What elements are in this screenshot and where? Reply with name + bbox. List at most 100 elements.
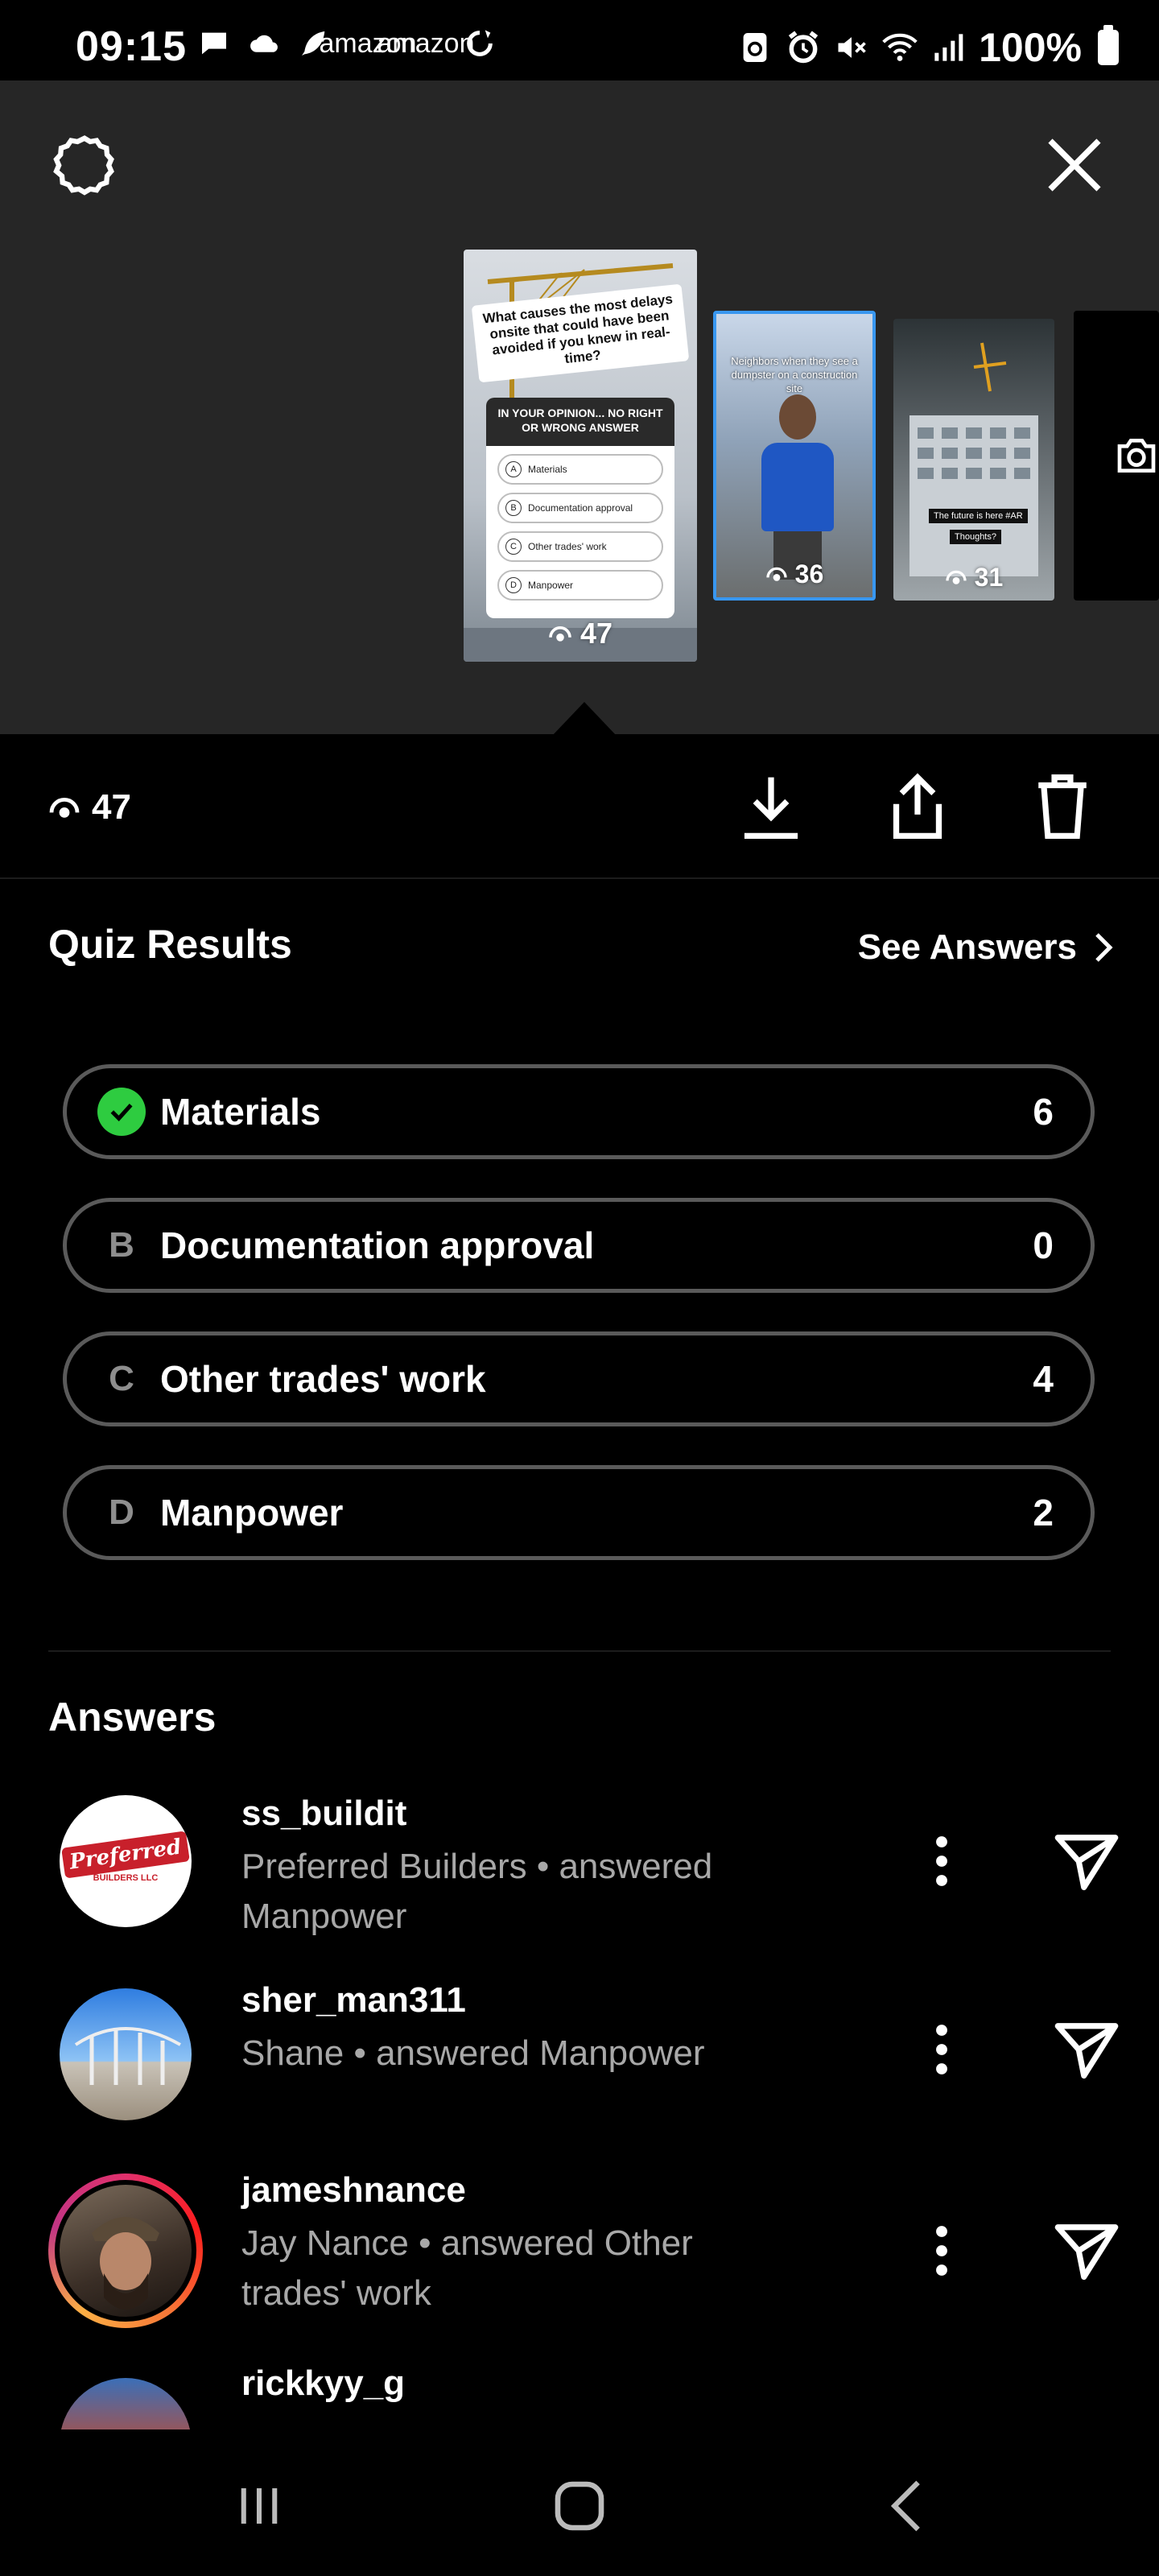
home-button[interactable]	[531, 2470, 628, 2542]
thumbnail-views: 36	[716, 559, 872, 589]
send-message-button[interactable]	[1046, 2009, 1127, 2090]
answers-title: Answers	[48, 1695, 217, 1740]
answer-username[interactable]: jameshnance	[241, 2170, 466, 2211]
amazon-label: amazon	[377, 28, 475, 59]
thumbnail-views: 47	[464, 617, 697, 650]
option-label: Materials	[160, 1091, 321, 1133]
recycle-icon	[737, 30, 773, 65]
answer-subtitle: Shane • answered Manpower	[241, 2033, 705, 2073]
back-icon	[890, 2480, 920, 2532]
story-thumbnail[interactable]: Neighbors when they see a dumpster on a …	[713, 311, 876, 601]
share-button[interactable]	[877, 766, 958, 847]
status-bar: 09:15 amazon amazon 100%	[0, 0, 1159, 80]
story-thumbnail-selected[interactable]: What causes the most delays onsite that …	[464, 250, 697, 662]
answer-subtitle: Preferred Builders • answered Manpower	[241, 1847, 713, 1936]
more-options-button[interactable]	[918, 2211, 966, 2291]
eye-icon	[549, 626, 571, 642]
battery-icon	[1098, 25, 1119, 65]
see-answers-link[interactable]: See Answers	[858, 927, 1114, 968]
quiz-option-label: Materials	[528, 464, 567, 475]
settings-button[interactable]	[48, 129, 121, 201]
more-options-button[interactable]	[918, 1821, 966, 1901]
answer-username[interactable]: rickkyy_g	[241, 2367, 405, 2404]
option-letter: C	[109, 1359, 134, 1398]
recents-icon	[241, 2488, 278, 2524]
close-button[interactable]	[1038, 129, 1111, 201]
send-message-button[interactable]	[1046, 2211, 1127, 2291]
alarm-icon	[786, 30, 821, 65]
send-icon	[1054, 2224, 1119, 2281]
more-vertical-icon	[936, 2025, 947, 2074]
mute-icon	[834, 30, 869, 65]
answer-row[interactable]: Preferred BUILDERS LLC ss_buildit Prefer…	[0, 1779, 1159, 1956]
answer-row[interactable]: jameshnance Jay Nance • answered Other t…	[0, 2165, 1159, 2343]
quiz-card-header: IN YOUR OPINION... NO RIGHT OR WRONG ANS…	[486, 398, 674, 446]
status-time: 09:15	[76, 23, 187, 70]
system-nav-bar	[0, 2429, 1159, 2576]
quiz-option-label: Documentation approval	[528, 502, 633, 514]
avatar[interactable]	[60, 2378, 192, 2429]
story-action-row: 47	[0, 734, 1159, 879]
quiz-option-label: Manpower	[528, 580, 574, 591]
message-icon	[198, 27, 230, 60]
story-thumbnail[interactable]: The future is here #AR Thoughts? 31	[893, 319, 1054, 601]
close-icon	[1048, 138, 1101, 192]
story-strip: What causes the most delays onsite that …	[0, 80, 1159, 736]
quiz-option-letter: C	[505, 539, 522, 555]
more-vertical-icon	[936, 2226, 947, 2276]
send-icon	[1054, 2023, 1119, 2079]
answer-username[interactable]: sher_man311	[241, 1980, 466, 2021]
quiz-result-option: Materials 6	[63, 1064, 1095, 1159]
quiz-option: D Manpower	[497, 570, 663, 601]
thumbnail-caption-2: Thoughts?	[950, 530, 1001, 544]
more-vertical-icon	[936, 1836, 947, 1886]
quiz-option: A Materials	[497, 454, 663, 485]
quiz-option: B Documentation approval	[497, 493, 663, 523]
views-count[interactable]: 47	[48, 787, 131, 828]
thumbnail-caption: Neighbors when they see a dumpster on a …	[731, 355, 858, 394]
delete-button[interactable]	[1022, 766, 1103, 847]
avatar-photo	[74, 2027, 181, 2085]
avatar-logo-text: Preferred	[61, 1831, 190, 1879]
chevron-right-icon	[1095, 933, 1113, 962]
option-count: 6	[1033, 1091, 1054, 1133]
amazon-icon: amazon	[377, 27, 475, 60]
person-illustration	[761, 394, 834, 580]
recents-button[interactable]	[211, 2470, 307, 2542]
back-button[interactable]	[858, 2470, 955, 2542]
download-icon	[744, 777, 798, 840]
avatar-photo	[92, 2217, 159, 2310]
cloud-icon	[248, 27, 280, 60]
selection-pointer	[552, 702, 617, 736]
thumbnail-views-count: 36	[794, 559, 824, 588]
quiz-results-title: Quiz Results	[48, 922, 292, 967]
home-icon	[555, 2481, 604, 2531]
answer-username[interactable]: ss_buildit	[241, 1794, 406, 1834]
delete-icon	[1038, 774, 1087, 840]
avatar-story-ring[interactable]	[48, 2174, 203, 2328]
quiz-option: C Other trades' work	[497, 531, 663, 562]
add-story-camera[interactable]	[1074, 311, 1159, 601]
more-options-button[interactable]	[918, 2009, 966, 2090]
quiz-option-letter: A	[505, 461, 522, 477]
avatar	[55, 2180, 196, 2322]
answer-row[interactable]: rickkyy_g	[0, 2367, 1159, 2429]
option-label: Other trades' work	[160, 1358, 486, 1400]
wifi-icon	[882, 30, 918, 65]
download-button[interactable]	[731, 766, 811, 847]
quiz-option-letter: D	[505, 577, 522, 593]
quiz-option-label: Other trades' work	[528, 541, 607, 552]
camera-icon	[1117, 439, 1156, 473]
eye-icon	[946, 570, 967, 584]
status-icons-right: 100%	[737, 24, 1119, 71]
status-icons-left: amazon amazon	[198, 27, 496, 60]
sync-icon	[464, 27, 496, 60]
section-divider	[48, 1650, 1111, 1652]
avatar[interactable]	[60, 1988, 192, 2120]
avatar[interactable]: Preferred BUILDERS LLC	[60, 1795, 192, 1927]
send-icon	[1054, 1835, 1119, 1891]
send-message-button[interactable]	[1046, 1821, 1127, 1901]
option-count: 0	[1033, 1224, 1054, 1266]
avatar-logo-sub: BUILDERS LLC	[93, 1873, 159, 1883]
answer-row[interactable]: sher_man311 Shane • answered Manpower	[0, 1977, 1159, 2154]
